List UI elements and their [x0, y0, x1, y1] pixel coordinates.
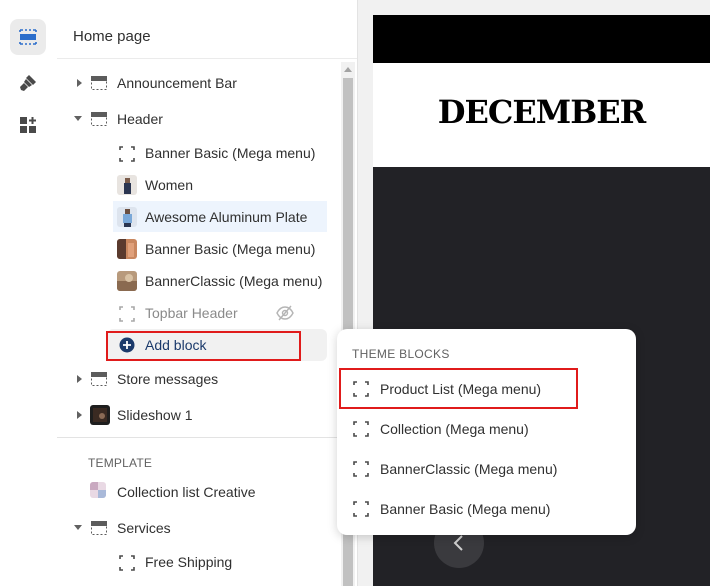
- theme-block-label: BannerClassic (Mega menu): [380, 461, 558, 477]
- women-thumbnail-icon: [117, 175, 137, 195]
- block-label: Free Shipping: [145, 554, 233, 570]
- popup-heading: THEME BLOCKS: [352, 347, 450, 361]
- theme-block-label: Banner Basic (Mega menu): [380, 501, 551, 517]
- section-label: Services: [117, 520, 171, 536]
- section-layout-icon: [91, 521, 107, 535]
- banner-thumbnail-icon: [117, 239, 137, 259]
- divider: [57, 437, 357, 438]
- dashed-square-icon: [119, 555, 135, 571]
- sections-panel: Home page Announcement Bar Header Banner…: [57, 0, 358, 586]
- theme-block-bannerclassic[interactable]: BannerClassic (Mega menu): [337, 454, 636, 484]
- collection-thumbnail-icon: [90, 482, 106, 498]
- divider: [57, 58, 357, 59]
- section-label: Collection list Creative: [117, 484, 256, 500]
- dashed-square-icon: [353, 501, 369, 517]
- dashed-square-icon: [119, 146, 135, 162]
- theme-block-banner-basic[interactable]: Banner Basic (Mega menu): [337, 494, 636, 524]
- section-label: Store messages: [117, 371, 219, 387]
- caret-right-icon[interactable]: [77, 79, 82, 87]
- section-label: Announcement Bar: [117, 75, 237, 91]
- section-layout-icon: [91, 112, 107, 126]
- product-list-highlight-outline: [339, 368, 578, 409]
- block-label: Awesome Aluminum Plate: [145, 209, 308, 225]
- apps-icon[interactable]: [10, 107, 46, 143]
- theme-blocks-popup: THEME BLOCKS Product List (Mega menu) Co…: [337, 329, 636, 535]
- section-label: Header: [117, 111, 163, 127]
- caret-down-icon[interactable]: [74, 525, 82, 530]
- caret-down-icon[interactable]: [74, 116, 82, 121]
- dashed-square-icon: [119, 306, 135, 322]
- theme-block-collection[interactable]: Collection (Mega menu): [337, 414, 636, 444]
- theme-block-label: Collection (Mega menu): [380, 421, 529, 437]
- eye-hidden-icon[interactable]: [276, 305, 294, 321]
- section-layout-icon: [91, 76, 107, 90]
- chevron-left-icon: [453, 535, 463, 551]
- store-logo: DECEMBER: [437, 93, 646, 131]
- template-heading: TEMPLATE: [88, 456, 153, 470]
- caret-right-icon[interactable]: [77, 411, 82, 419]
- page-title: Home page: [73, 28, 151, 45]
- icon-rail: [0, 0, 58, 586]
- block-label: Banner Basic (Mega menu): [145, 145, 316, 161]
- slideshow-thumbnail-icon: [90, 405, 110, 425]
- block-label: Topbar Header: [145, 305, 238, 321]
- scroll-up-arrow-icon[interactable]: [341, 62, 355, 76]
- section-layout-icon: [91, 372, 107, 386]
- dashed-square-icon: [353, 461, 369, 477]
- dashed-square-icon: [353, 421, 369, 437]
- product-thumbnail-icon: [117, 207, 137, 227]
- preview-header: DECEMBER: [373, 63, 710, 167]
- banner-thumbnail-icon: [117, 271, 137, 291]
- block-label: Banner Basic (Mega menu): [145, 241, 316, 257]
- theme-settings-brush-icon[interactable]: [10, 65, 46, 101]
- caret-right-icon[interactable]: [77, 375, 82, 383]
- block-label: Women: [145, 177, 193, 193]
- sections-icon[interactable]: [10, 19, 46, 55]
- section-label: Slideshow 1: [117, 407, 193, 423]
- add-block-highlight-outline: [106, 331, 301, 361]
- preview-announcement-bar: [373, 15, 710, 63]
- block-label: BannerClassic (Mega menu): [145, 273, 323, 289]
